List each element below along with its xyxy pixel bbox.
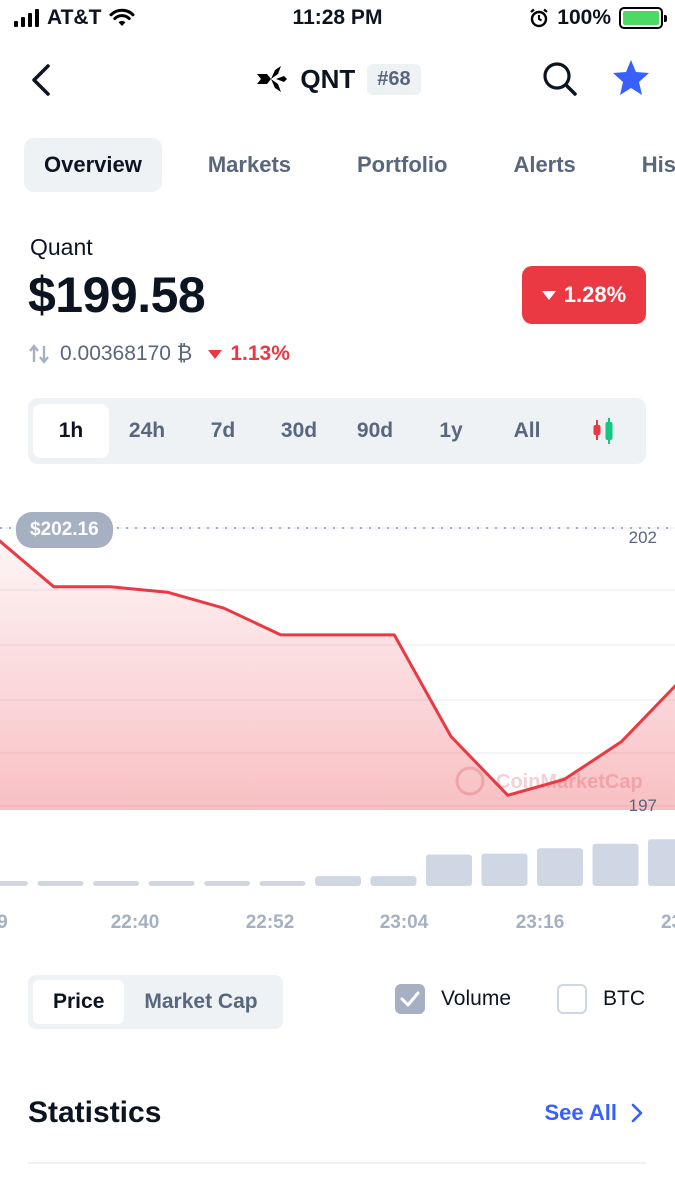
high-price-label: $202.16	[16, 512, 113, 548]
volume-bar	[148, 881, 195, 886]
star-icon[interactable]	[611, 58, 651, 98]
swap-arrows-icon[interactable]	[28, 343, 50, 365]
tab-portfolio[interactable]: Portfolio	[337, 138, 467, 192]
x-tick-label: :29	[0, 912, 8, 933]
market-cap-mode-button[interactable]: Market Cap	[124, 980, 277, 1024]
chevron-right-icon	[631, 1103, 643, 1123]
status-right: 100%	[529, 6, 667, 30]
btc-price-row: 0.00368170 ₿ 1.13%	[28, 342, 290, 366]
coin-price: $199.58	[28, 267, 206, 323]
volume-bar	[204, 881, 250, 886]
volume-bar	[259, 881, 306, 886]
volume-checkbox[interactable]	[394, 984, 425, 1014]
time-range-selector: 1h 24h 7d 30d 90d 1y All	[28, 398, 646, 464]
chart-options: Volume BTC	[394, 984, 645, 1014]
btc-change-value: 1.13%	[230, 342, 290, 365]
y-tick-label: 202	[629, 528, 657, 547]
x-tick-label: 23:04	[380, 912, 429, 933]
down-triangle-icon	[541, 290, 556, 300]
x-tick-label: 22:52	[246, 912, 295, 933]
volume-bar	[37, 881, 84, 886]
candlestick-icon	[593, 418, 613, 444]
btc-checkbox[interactable]	[557, 984, 587, 1014]
x-tick-label: 23:16	[516, 912, 565, 933]
btc-change: 1.13%	[208, 342, 290, 366]
divider	[28, 1162, 646, 1164]
x-tick-label: 22:40	[111, 912, 160, 933]
volume-bar	[93, 881, 139, 886]
search-icon[interactable]	[541, 60, 579, 98]
down-triangle-icon	[208, 349, 223, 359]
status-bar: AT&T 11:28 PM 100%	[0, 0, 675, 38]
tab-bar: Overview Markets Portfolio Alerts Histor…	[24, 136, 675, 194]
chart-mode-toggle: Price Market Cap	[28, 975, 283, 1029]
y-tick-label: 197	[629, 796, 657, 815]
tab-markets[interactable]: Markets	[188, 138, 311, 192]
volume-bar	[0, 881, 28, 886]
price-mode-button[interactable]: Price	[33, 980, 125, 1024]
range-all[interactable]: All	[489, 404, 565, 458]
x-tick-label: 23:2	[661, 912, 675, 933]
volume-label: Volume	[440, 987, 511, 1010]
alarm-icon	[530, 8, 548, 28]
volume-bar	[426, 854, 472, 886]
tab-overview[interactable]: Overview	[24, 138, 162, 192]
volume-bar	[481, 853, 528, 886]
volume-bar	[315, 876, 361, 886]
btc-label: BTC	[603, 987, 645, 1010]
price-area	[0, 541, 675, 810]
btc-price: 0.00368170 ₿	[60, 342, 193, 365]
tab-historic[interactable]: Historic	[622, 138, 675, 192]
volume-bar	[370, 876, 417, 886]
price-chart[interactable]: CoinMarketCap202197:2922:4022:5223:0423:…	[0, 480, 675, 950]
qnt-logo-icon	[257, 66, 288, 92]
price-change-value: 1.28%	[563, 282, 627, 307]
nav-bar: QNT #68	[0, 50, 675, 110]
see-all-link[interactable]: See All	[544, 1100, 643, 1126]
see-all-label: See All	[544, 1100, 617, 1125]
range-90d[interactable]: 90d	[337, 404, 413, 458]
range-24h[interactable]: 24h	[109, 404, 185, 458]
range-7d[interactable]: 7d	[185, 404, 261, 458]
price-change-badge: 1.28%	[522, 266, 646, 324]
rank-badge: #68	[367, 63, 421, 95]
volume-bar	[537, 848, 583, 886]
checkmark-icon	[400, 991, 420, 1007]
battery-percent: 100%	[557, 6, 611, 29]
statistics-heading: Statistics	[28, 1096, 162, 1129]
volume-bar	[648, 839, 675, 886]
volume-bar	[592, 843, 639, 886]
candlestick-toggle[interactable]	[565, 404, 641, 458]
tab-alerts[interactable]: Alerts	[493, 138, 595, 192]
range-30d[interactable]: 30d	[261, 404, 337, 458]
coin-name: Quant	[30, 234, 93, 260]
range-1h[interactable]: 1h	[33, 404, 109, 458]
coin-symbol: QNT	[300, 63, 356, 94]
battery-icon	[619, 7, 667, 29]
range-1y[interactable]: 1y	[413, 404, 489, 458]
chart-canvas: CoinMarketCap202197:2922:4022:5223:0423:…	[0, 527, 675, 933]
